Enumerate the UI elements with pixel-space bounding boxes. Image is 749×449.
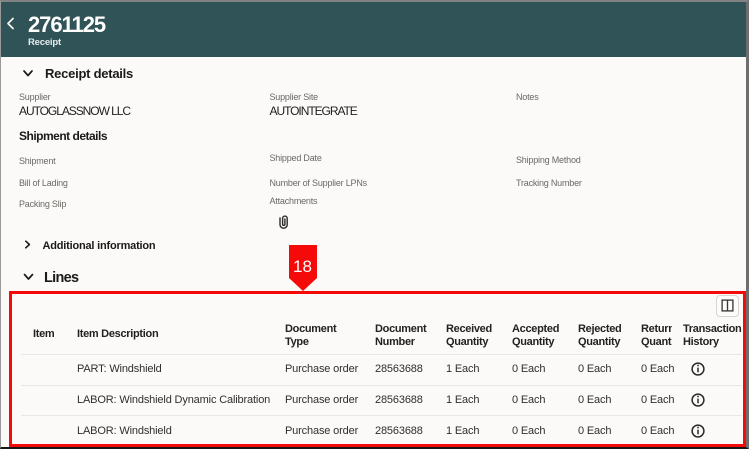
svg-text:18: 18 [293,257,312,276]
